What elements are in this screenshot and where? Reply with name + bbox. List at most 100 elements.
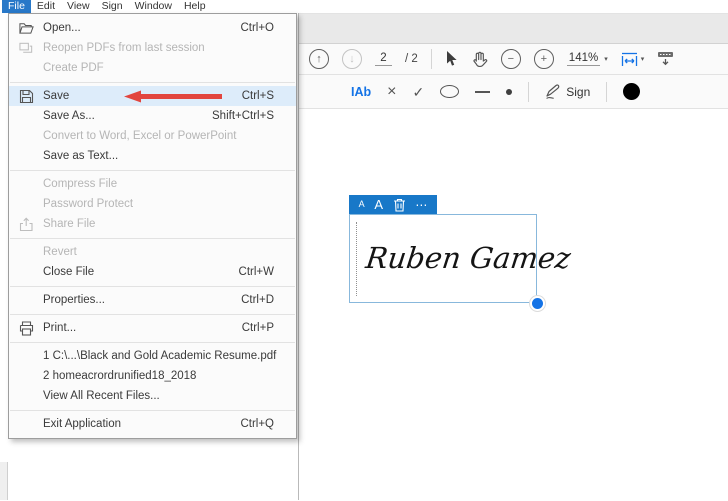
reopen-session-icon [9,41,43,55]
menu-item-compress-file[interactable]: Compress File [9,174,296,194]
zoom-in-button[interactable]: + [533,49,554,69]
menu-item-close-file[interactable]: Close File Ctrl+W [9,262,296,282]
zoom-level-combo[interactable]: 141% ▾ [566,52,608,66]
resize-handle[interactable] [532,298,543,309]
menu-item-label: Convert to Word, Excel or PowerPoint [43,130,237,142]
delete-signature-button[interactable] [393,198,406,212]
menu-help[interactable]: Help [178,0,212,13]
menu-item-print[interactable]: Print... Ctrl+P [9,318,296,338]
cursor-icon [446,51,457,66]
line-tool-button[interactable] [475,90,491,93]
menu-item-label: Revert [43,246,77,258]
menu-item-label: Save [43,90,70,102]
menu-sign[interactable]: Sign [96,0,129,13]
hand-tool-button[interactable] [471,51,488,68]
menu-item-label: Share File [43,218,96,230]
menu-separator [10,313,295,315]
menu-item-properties[interactable]: Properties... Ctrl+D [9,290,296,310]
menu-item-shortcut: Ctrl+P [241,322,274,334]
hide-toolbar-button[interactable] [657,51,674,67]
menu-item-label: Print... [43,322,77,334]
menu-item-save-as[interactable]: Save As... Shift+Ctrl+S [9,106,296,126]
menu-separator [10,81,295,83]
fill-sign-toolbar: IAb × ✓ Sign [299,75,728,109]
menu-item-label: Close File [43,266,95,278]
cross-tool-button[interactable]: × [387,83,396,100]
menu-view[interactable]: View [61,0,96,13]
zoom-out-button[interactable]: − [500,49,521,69]
signature-field[interactable]: Ruben Gamez [349,214,573,309]
file-menu-dropdown: Open... Ctrl+O Reopen PDFs from last ses… [8,13,297,439]
menu-item-revert[interactable]: Revert [9,242,296,262]
menu-item-create-pdf[interactable]: Create PDF [9,58,296,78]
menu-item-recent-file-1[interactable]: 1 C:\...\Black and Gold Academic Resume.… [9,346,296,366]
next-page-button[interactable]: ↓ [342,49,362,69]
select-tool-button[interactable] [445,51,458,67]
menu-separator [10,285,295,287]
menu-item-label: Reopen PDFs from last session [43,42,205,54]
decrease-font-button[interactable]: A [359,200,365,209]
add-text-tool-button[interactable]: IAb [351,85,371,99]
menu-item-password-protect[interactable]: Password Protect [9,194,296,214]
toolbar-divider [430,49,432,69]
folder-open-icon [9,21,43,35]
menu-item-label: Save As... [43,110,95,122]
checkmark-tool-button[interactable]: ✓ [412,85,424,99]
sign-button[interactable]: Sign [545,83,590,100]
signature-text[interactable]: Ruben Gamez [364,241,573,275]
fit-width-icon [621,52,637,66]
menu-item-convert[interactable]: Convert to Word, Excel or PowerPoint [9,126,296,146]
menu-file[interactable]: File [2,0,31,13]
pen-icon [546,83,560,99]
menu-item-share-file[interactable]: Share File [9,214,296,234]
menu-edit[interactable]: Edit [31,0,61,13]
toolbar-divider [528,81,530,102]
menu-item-view-all-recent[interactable]: View All Recent Files... [9,386,296,406]
arrow-down-icon: ↓ [349,52,355,65]
toolbar-divider [606,81,608,102]
menu-item-label: Password Protect [43,198,134,210]
main-toolbar: ↑ ↓ / 2 − + 141% ▾ ▾ [299,44,728,75]
page-total-label: / 2 [405,53,418,65]
red-arrow-annotation [124,90,222,102]
menu-item-shortcut: Ctrl+S [241,90,274,102]
menu-item-label: Compress File [43,178,118,190]
chevron-down-icon: ▾ [640,56,645,63]
dot-tool-button[interactable] [506,88,513,95]
increase-font-button[interactable]: A [374,198,383,211]
navigation-panel-edge [0,462,8,500]
menu-item-label: 2 homeacrordrunified18_2018 [43,370,197,382]
menu-item-shortcut: Ctrl+O [240,22,274,34]
menu-item-open[interactable]: Open... Ctrl+O [9,18,296,38]
plus-icon: + [540,52,548,65]
save-icon [9,89,43,104]
more-options-button[interactable]: ⋯ [415,199,427,211]
menu-item-reopen-pdfs[interactable]: Reopen PDFs from last session [9,38,296,58]
arrow-up-icon: ↑ [316,52,322,65]
menu-item-shortcut: Ctrl+W [238,266,274,278]
collapse-toolbar-icon [658,52,674,66]
signature-mini-toolbar: A A ⋯ [349,195,437,214]
menu-item-exit-application[interactable]: Exit Application Ctrl+Q [9,414,296,434]
previous-page-button[interactable]: ↑ [309,49,329,69]
menu-item-shortcut: Shift+Ctrl+S [212,110,274,122]
zoom-level-value: 141% [566,52,601,66]
menu-window[interactable]: Window [129,0,178,13]
menu-item-label: Save as Text... [43,150,119,162]
menu-item-save[interactable]: Save Ctrl+S [9,86,296,106]
menu-item-shortcut: Ctrl+Q [240,418,274,430]
menu-item-label: Exit Application [43,418,121,430]
circle-tool-button[interactable] [440,85,460,98]
menu-item-label: Open... [43,22,81,34]
menu-item-recent-file-2[interactable]: 2 homeacrordrunified18_2018 [9,366,296,386]
printer-icon [9,320,43,336]
color-picker-button[interactable] [623,83,641,100]
menu-item-label: Create PDF [43,62,104,74]
acrobat-window: File Edit View Sign Window Help ↑ ↓ / 2 … [0,0,728,501]
menu-item-save-as-text[interactable]: Save as Text... [9,146,296,166]
page-number-input[interactable] [375,52,392,66]
menu-separator [10,169,295,171]
menu-separator [10,341,295,343]
document-area: A A ⋯ Ruben Gamez [299,109,728,501]
fit-width-button[interactable]: ▾ [621,52,645,67]
